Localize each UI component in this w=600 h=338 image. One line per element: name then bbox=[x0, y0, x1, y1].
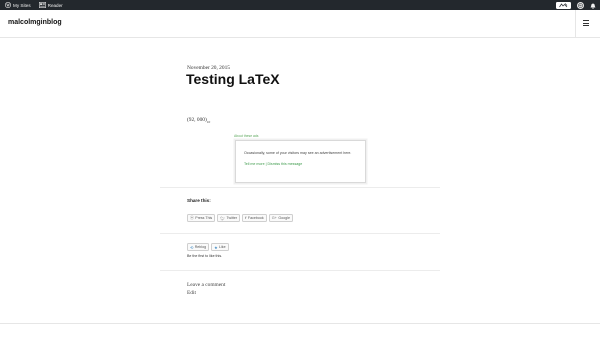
share-twitter-label: Twitter bbox=[226, 216, 238, 220]
menu-toggle-button[interactable] bbox=[583, 20, 589, 26]
wordpress-logo-icon: ⓦ bbox=[190, 215, 194, 220]
share-facebook-label: Facebook bbox=[247, 216, 264, 220]
reader-icon bbox=[38, 2, 46, 8]
leave-comment-link[interactable]: Leave a comment bbox=[187, 282, 225, 288]
share-facebook-button[interactable]: f Facebook bbox=[242, 214, 267, 222]
reblog-icon: ⟲ bbox=[190, 245, 194, 250]
user-avatar-button[interactable]: W bbox=[577, 1, 584, 9]
share-twitter-button[interactable]: 🐦︎ Twitter bbox=[217, 214, 241, 222]
google-plus-icon: G+ bbox=[271, 216, 277, 220]
site-header: malcolmginblog bbox=[0, 10, 600, 38]
hamburger-menu-icon bbox=[583, 20, 589, 26]
like-button[interactable]: ★ Like bbox=[211, 243, 229, 251]
my-sites-label: My Sites bbox=[13, 2, 31, 8]
share-buttons: ⓦ Press This 🐦︎ Twitter f Facebook G+ Go… bbox=[187, 214, 295, 222]
reblog-label: Reblog bbox=[194, 245, 207, 249]
star-icon: ★ bbox=[214, 245, 218, 250]
admin-bar-right: W bbox=[556, 0, 600, 10]
latex-subscript: 10 bbox=[206, 120, 211, 125]
post-title: Testing LaTeX bbox=[186, 71, 280, 87]
facebook-f-icon: f bbox=[245, 216, 247, 220]
reader-link[interactable]: Reader bbox=[38, 0, 63, 10]
reader-label: Reader bbox=[47, 2, 63, 8]
reblog-button[interactable]: ⟲ Reblog bbox=[187, 243, 210, 251]
about-ads-link[interactable]: About these ads bbox=[234, 134, 259, 138]
ad-notice-links[interactable]: Tell me more | Dismiss this message bbox=[244, 162, 302, 166]
divider bbox=[160, 233, 440, 234]
latex-formula: (92, 000)10 bbox=[187, 117, 210, 124]
svg-text:W: W bbox=[6, 3, 10, 7]
ad-notice-text: Occasionally, some of your visitors may … bbox=[244, 151, 352, 155]
share-google-button[interactable]: G+ Google bbox=[268, 214, 293, 222]
footer-divider bbox=[0, 323, 600, 324]
share-heading: Share this: bbox=[187, 198, 211, 203]
share-press-this-label: Press This bbox=[195, 216, 213, 220]
like-buttons: ⟲ Reblog ★ Like bbox=[187, 243, 231, 251]
like-label: Like bbox=[218, 245, 226, 249]
user-avatar-icon: W bbox=[578, 2, 583, 8]
admin-bar-left: W My Sites Reader bbox=[0, 0, 63, 10]
share-press-this-button[interactable]: ⓦ Press This bbox=[187, 214, 216, 222]
site-title[interactable]: malcolmginblog bbox=[8, 19, 62, 26]
svg-text:W: W bbox=[579, 3, 582, 7]
write-post-icon bbox=[559, 2, 568, 7]
edit-link[interactable]: Edit bbox=[187, 290, 196, 296]
wordpress-logo-icon: W bbox=[5, 2, 11, 8]
admin-bar: W My Sites Reader W bbox=[0, 0, 600, 10]
write-post-button[interactable] bbox=[556, 1, 571, 9]
divider bbox=[160, 270, 440, 271]
advertisement-box: Occasionally, some of your visitors may … bbox=[235, 140, 366, 183]
share-google-label: Google bbox=[278, 216, 290, 220]
menu-divider bbox=[575, 10, 576, 38]
notifications-bell-icon bbox=[590, 3, 596, 9]
twitter-bird-icon: 🐦︎ bbox=[220, 216, 226, 221]
like-note: Be the first to like this. bbox=[187, 254, 223, 258]
latex-main: (92, 000) bbox=[187, 117, 207, 123]
my-sites-link[interactable]: W My Sites bbox=[5, 0, 31, 10]
divider bbox=[160, 187, 440, 188]
